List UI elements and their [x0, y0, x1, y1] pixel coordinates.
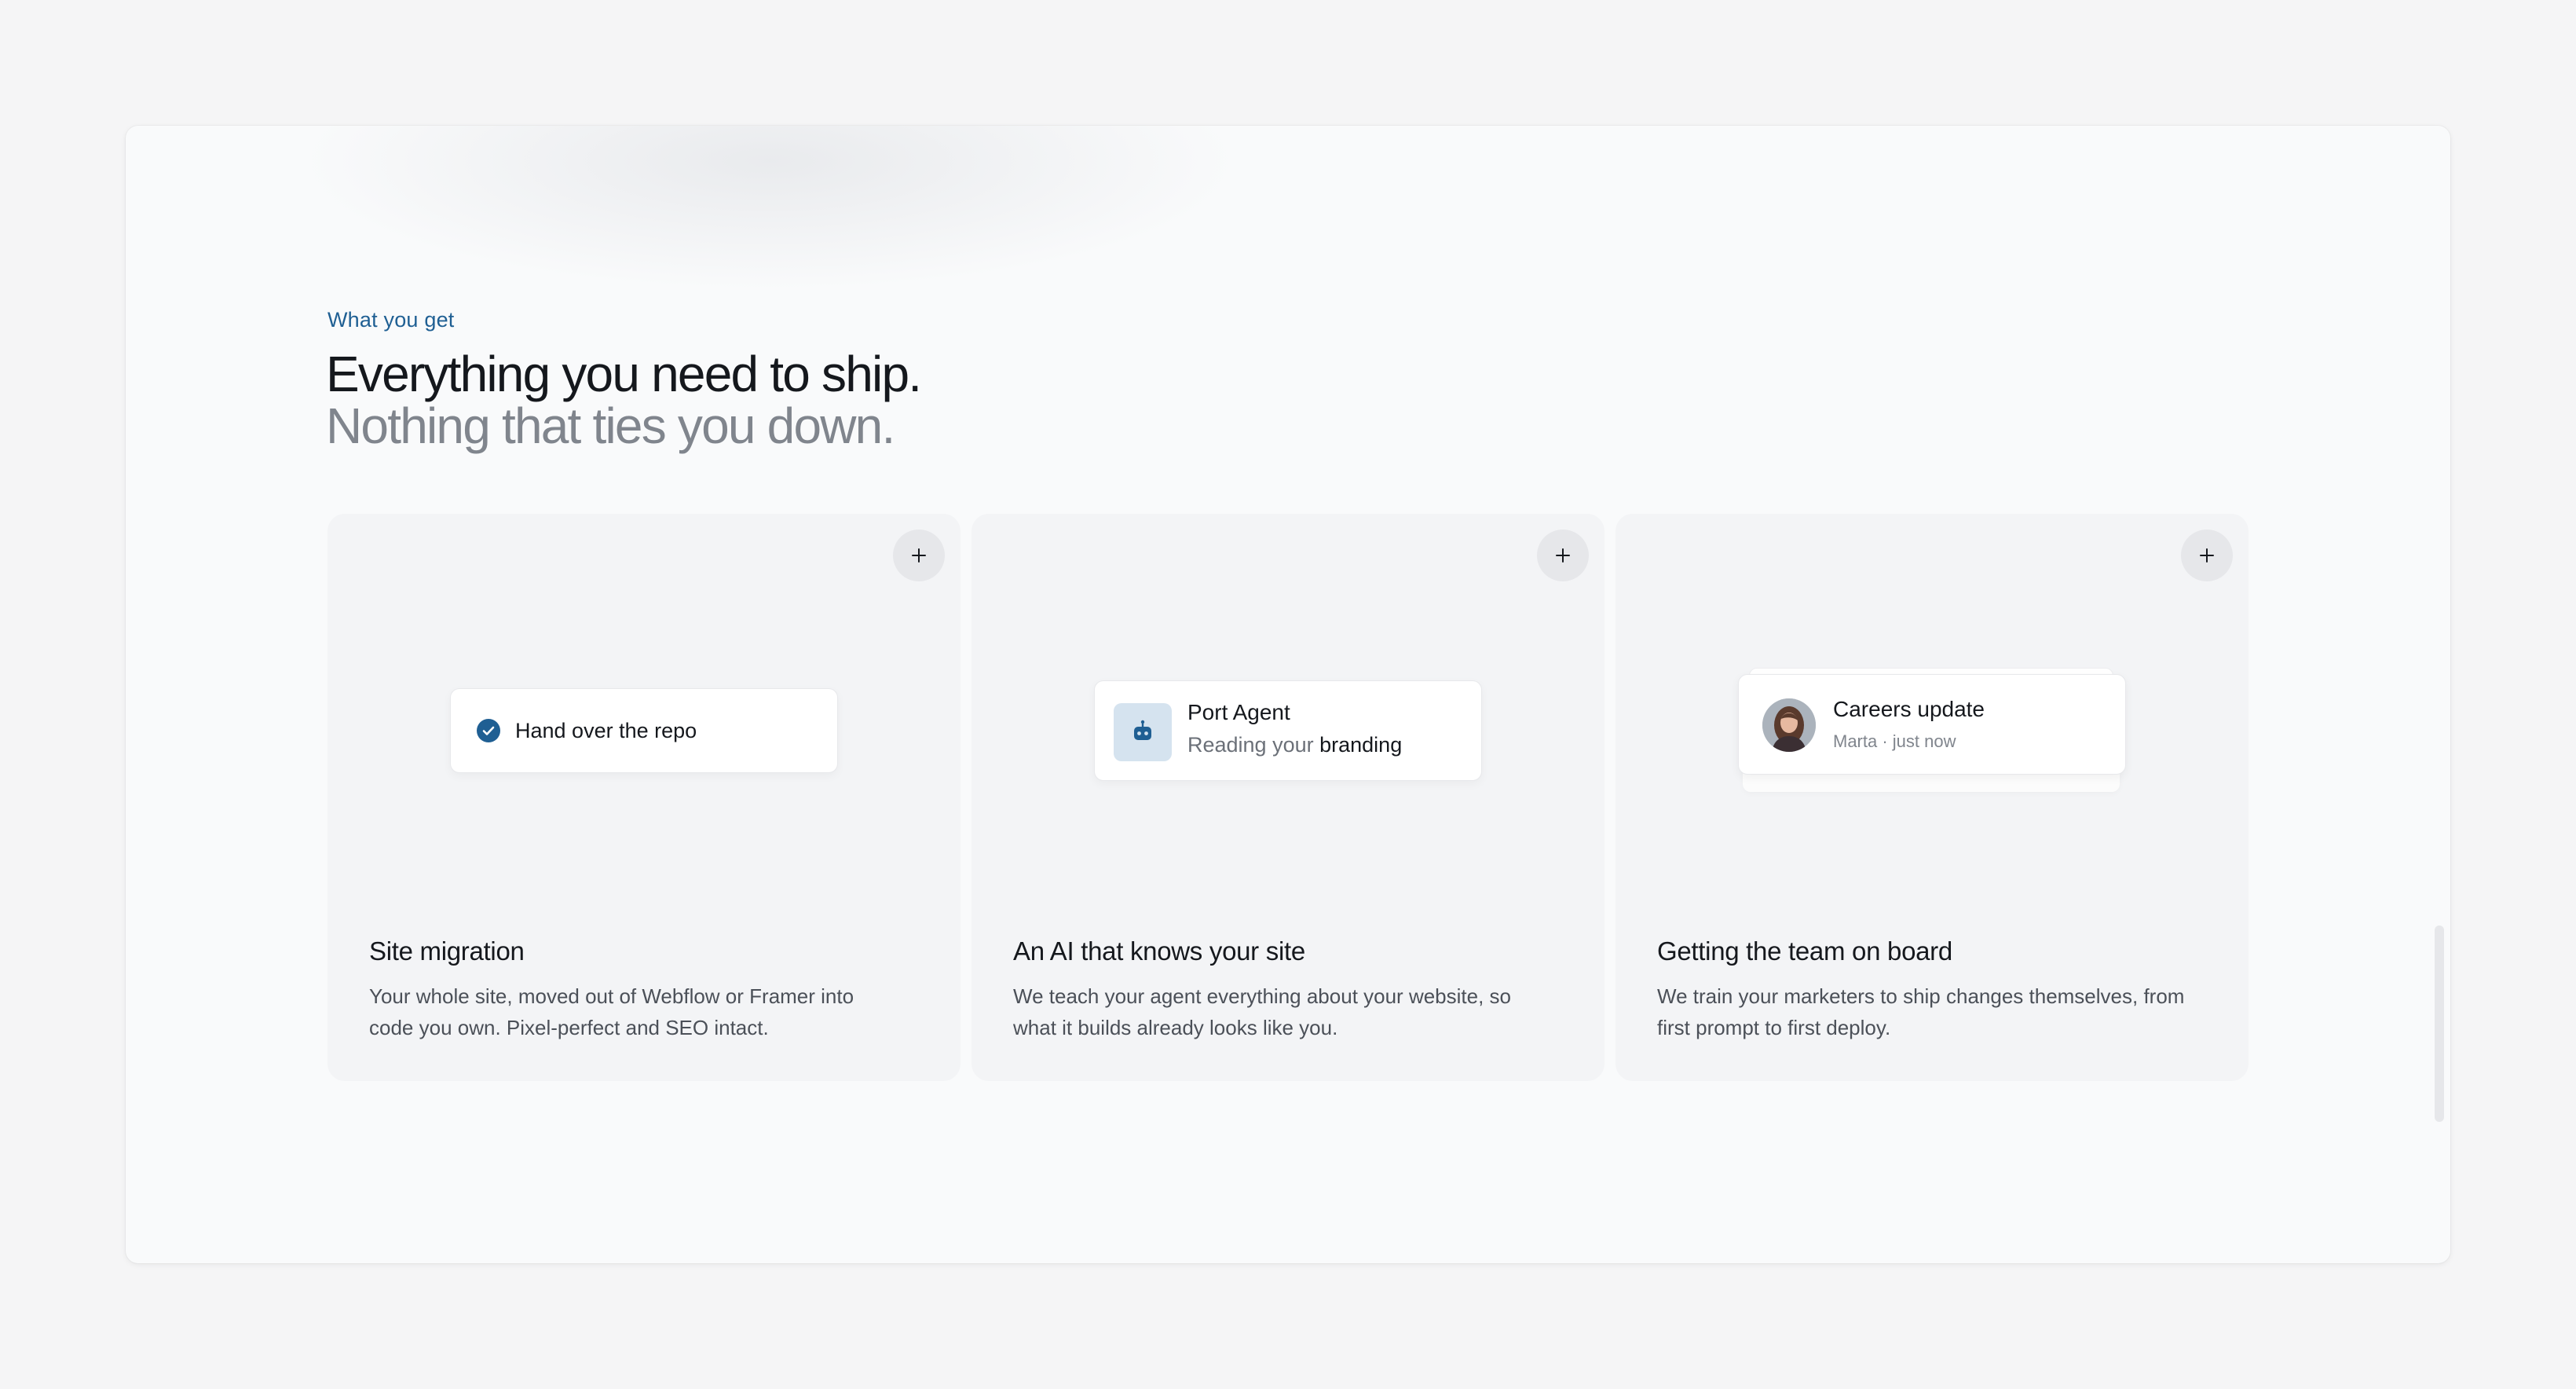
section-subheadline: Nothing that ties you down.	[326, 398, 895, 454]
agent-icon-tile	[1114, 703, 1172, 761]
plus-icon	[912, 548, 926, 563]
agent-status: Reading your branding	[1187, 733, 1402, 757]
notification-meta: Marta · just now	[1833, 731, 1956, 751]
expand-button[interactable]	[2181, 530, 2233, 581]
notification-title: Careers update	[1833, 697, 1985, 721]
task-pill: Hand over the repo	[450, 688, 838, 773]
task-label: Hand over the repo	[515, 718, 697, 742]
expand-button[interactable]	[1537, 530, 1589, 581]
card-description: Your whole site, moved out of Webflow or…	[369, 984, 854, 1039]
robot-icon	[1134, 720, 1151, 740]
check-circle-icon	[477, 719, 500, 742]
section-container: What you get Everything you need to ship…	[126, 126, 2450, 1263]
agent-status-prefix: Reading your	[1187, 733, 1314, 757]
avatar-photo	[1762, 698, 1816, 752]
card-title: Site migration	[369, 936, 525, 966]
notification-card: Careers update Marta · just now	[1738, 674, 2126, 775]
card-title: Getting the team on board	[1657, 936, 1952, 966]
plus-icon	[1556, 548, 1570, 563]
agent-name: Port Agent	[1187, 700, 1290, 724]
expand-button[interactable]	[893, 530, 945, 581]
plus-icon	[2200, 548, 2214, 563]
section-headline: Everything you need to ship.	[326, 346, 922, 402]
card-description: We train your marketers to ship changes …	[1657, 984, 2185, 1039]
feature-card-site-migration[interactable]: Hand over the repo Site migration Your w…	[327, 514, 961, 1081]
agent-status-highlight: branding	[1319, 733, 1403, 757]
section-eyebrow: What you get	[327, 308, 455, 332]
card-title: An AI that knows your site	[1013, 936, 1305, 966]
avatar	[1762, 698, 1816, 752]
card-description: We teach your agent everything about you…	[1013, 984, 1512, 1039]
feature-card-ai-agent[interactable]: Port Agent Reading your branding An AI t…	[971, 514, 1605, 1081]
scrollbar[interactable]	[2435, 925, 2444, 1122]
feature-card-team-onboarding[interactable]: Careers update Marta · just now Getting …	[1615, 514, 2249, 1081]
top-glow	[298, 126, 1241, 291]
agent-card: Port Agent Reading your branding	[1094, 680, 1482, 781]
